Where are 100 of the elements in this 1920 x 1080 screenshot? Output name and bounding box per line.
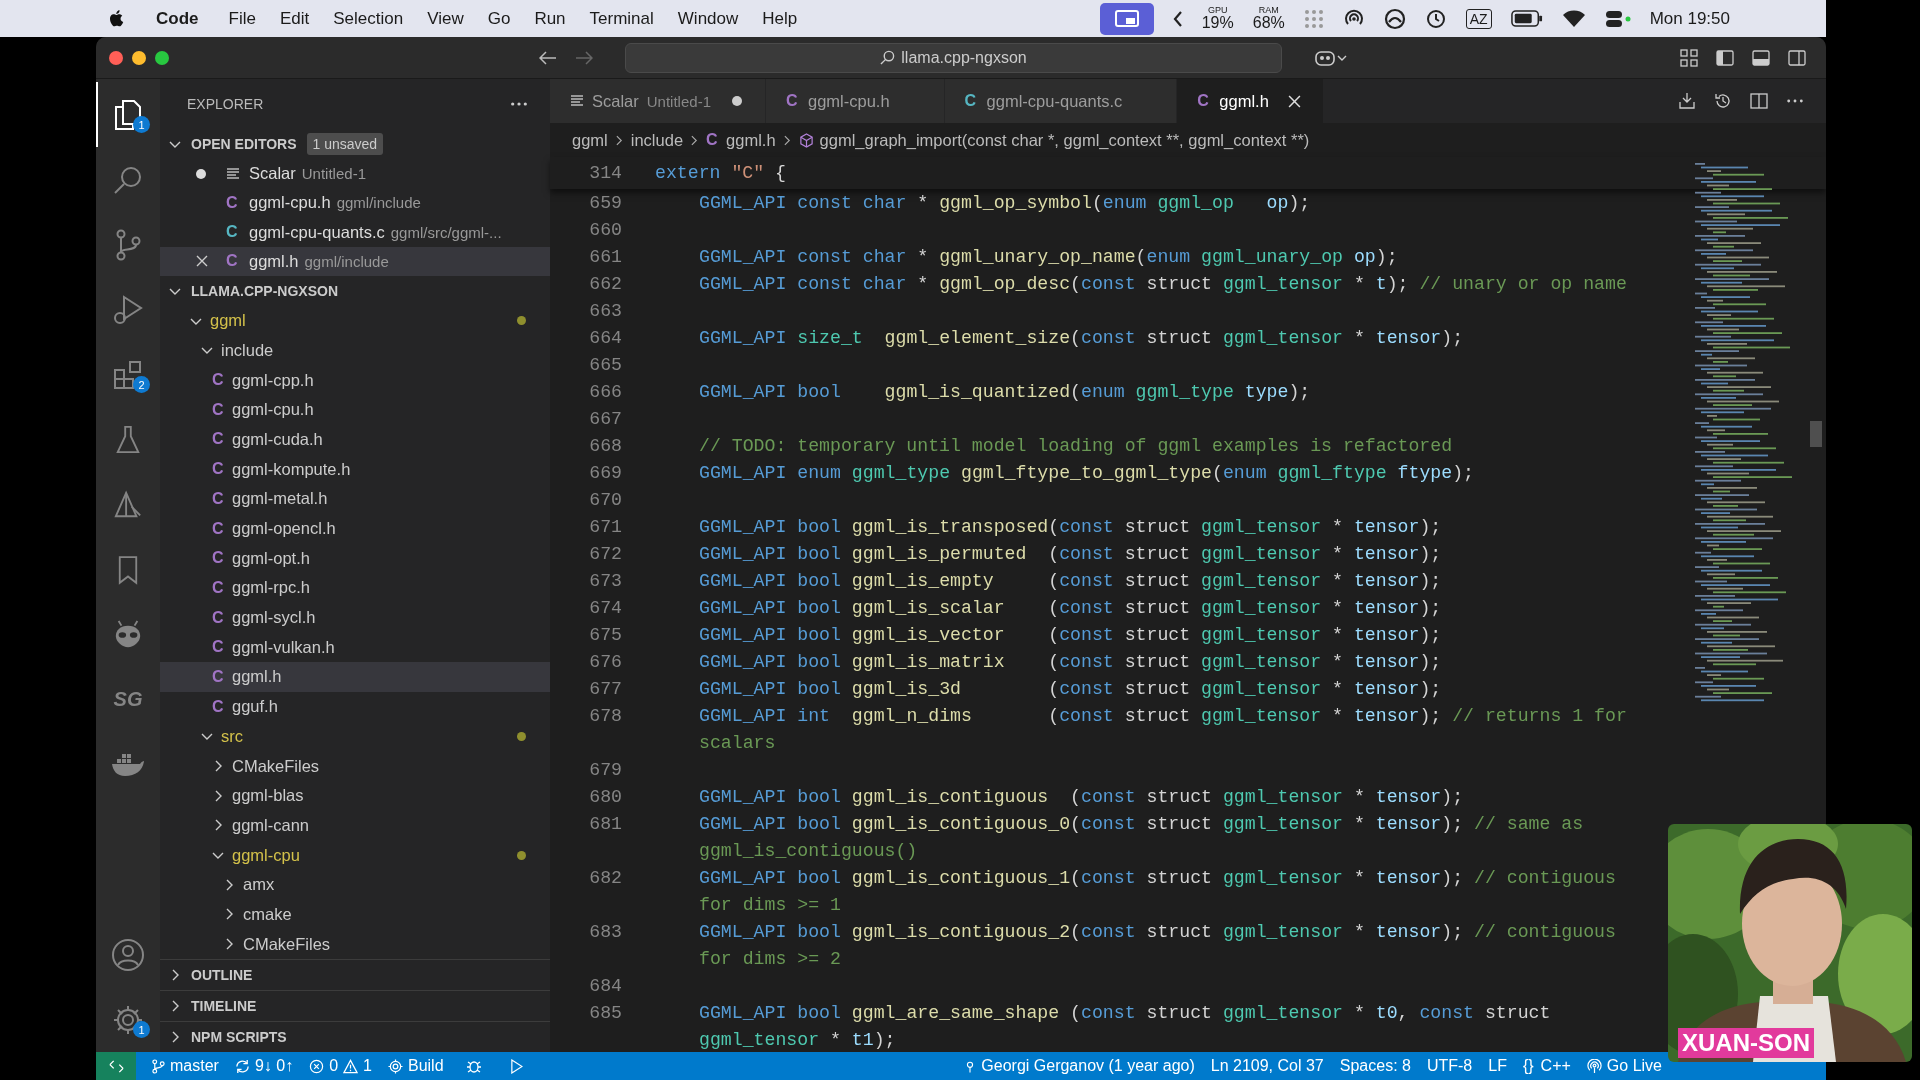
remote-button[interactable] xyxy=(96,1052,136,1080)
tree-item[interactable]: ggml xyxy=(160,305,550,336)
chevron-left-icon[interactable] xyxy=(1172,10,1183,27)
cursor-position[interactable]: Ln 2109, Col 37 xyxy=(1202,1057,1332,1075)
build-button[interactable]: Build xyxy=(379,1057,452,1075)
close-window-icon[interactable] xyxy=(109,50,123,65)
tree-item[interactable]: cmake xyxy=(160,899,550,930)
encoding[interactable]: UTF-8 xyxy=(1418,1057,1481,1075)
bug-icon[interactable] xyxy=(465,1058,482,1074)
blame-button[interactable]: Georgi Gerganov (1 year ago) xyxy=(956,1057,1203,1075)
menu-item[interactable]: Edit xyxy=(267,8,322,29)
breadcrumb-item[interactable]: C ggml.h xyxy=(706,130,776,150)
unsaved-badge: 1 unsaved xyxy=(306,133,384,155)
tree-item[interactable]: ggml-cpu xyxy=(160,840,550,870)
scrollbar-thumb[interactable] xyxy=(1810,421,1822,447)
editor-tab[interactable]: C ggml-cpu.h xyxy=(766,79,945,123)
branch-button[interactable]: master xyxy=(144,1057,227,1075)
tree-item[interactable]: CMakeFiles xyxy=(160,751,550,781)
section-header[interactable]: TIMELINE xyxy=(160,990,550,1021)
tree-item[interactable]: C ggml-rpc.h xyxy=(160,573,550,603)
tree-item[interactable]: C ggml-cuda.h xyxy=(160,424,550,455)
secondary-sidebar-icon[interactable] xyxy=(1788,48,1806,67)
open-editor-item[interactable]: Scalar Untitled-1 xyxy=(160,159,550,189)
open-editor-item[interactable]: C ggml-cpu.h ggml/include xyxy=(160,188,550,218)
editor-tab[interactable]: Scalar Untitled-1 xyxy=(550,79,766,123)
tree-item[interactable]: C ggml-cpu.h xyxy=(160,394,550,425)
circle-arc-icon[interactable] xyxy=(1383,7,1406,30)
back-arrow-icon[interactable] xyxy=(539,50,557,65)
editor-tab[interactable]: C ggml.h xyxy=(1177,79,1324,123)
breadcrumb-item[interactable]: ggml_graph_import(const char *, ggml_context **, ggml_context **) xyxy=(798,130,1310,150)
copilot-icon[interactable] xyxy=(1314,48,1348,67)
section-header[interactable]: LLAMA.CPP-NGXSON xyxy=(160,275,550,306)
activity-item[interactable]: SG xyxy=(96,667,160,732)
tree-item[interactable]: C ggml-sycl.h xyxy=(160,602,550,633)
section-header[interactable]: OUTLINE xyxy=(160,959,550,990)
tree-item[interactable]: C gguf.h xyxy=(160,691,550,722)
sidebar-toggle-icon[interactable] xyxy=(1716,48,1734,67)
tree-item[interactable]: C ggml-metal.h xyxy=(160,484,550,514)
language-mode[interactable]: {} C++ xyxy=(1514,1057,1579,1075)
tree-item[interactable]: include xyxy=(160,335,550,366)
apple-icon[interactable] xyxy=(108,8,126,29)
menu-item[interactable]: Terminal xyxy=(577,8,666,29)
play-icon[interactable] xyxy=(509,1058,523,1074)
tree-item[interactable]: C ggml-cpp.h xyxy=(160,365,550,395)
sync-button[interactable]: 9↓ 0↑ xyxy=(226,1057,302,1075)
menu-item[interactable]: Help xyxy=(750,8,810,29)
tree-item[interactable]: amx xyxy=(160,869,550,900)
separator-icon xyxy=(615,134,623,146)
wifi-icon[interactable] xyxy=(1561,9,1586,28)
tree-item[interactable]: C ggml-opt.h xyxy=(160,543,550,574)
more-icon[interactable] xyxy=(510,101,528,107)
activity-item[interactable]: 1 xyxy=(96,987,160,1052)
tree-item[interactable]: C ggml-vulkan.h xyxy=(160,632,550,663)
menu-item[interactable]: View xyxy=(415,8,476,29)
text-lines-icon xyxy=(226,166,240,181)
open-editor-item[interactable]: C ggml.h ggml/include xyxy=(160,246,550,276)
editor-tab[interactable]: C ggml-cpu-quants.c xyxy=(944,79,1178,123)
clock-icon[interactable] xyxy=(1424,7,1447,30)
minimize-window-icon[interactable] xyxy=(132,50,146,65)
control-center-icon[interactable] xyxy=(1604,8,1631,29)
c-file-icon: C xyxy=(212,697,226,716)
search-field[interactable]: llama.cpp-ngxson xyxy=(625,42,1282,73)
tree-item[interactable]: C ggml-kompute.h xyxy=(160,454,550,484)
screen-share-icon[interactable] xyxy=(1099,2,1154,35)
tree-item[interactable]: C ggml-opencl.h xyxy=(160,513,550,544)
input-source[interactable]: AZ xyxy=(1465,8,1492,29)
tree-item[interactable]: C ggml.h xyxy=(160,662,550,692)
go-live-button[interactable]: Go Live xyxy=(1578,1057,1670,1075)
history-icon[interactable] xyxy=(1714,92,1732,110)
problems-button[interactable]: 0 1 xyxy=(301,1057,380,1075)
tree-item[interactable]: ggml-blas xyxy=(160,780,550,811)
menu-item[interactable]: Window xyxy=(665,8,751,29)
indentation[interactable]: Spaces: 8 xyxy=(1331,1057,1419,1075)
menu-item[interactable]: File xyxy=(216,8,268,29)
menu-clock[interactable]: Mon 19:50 xyxy=(1649,8,1730,29)
split-editor-icon[interactable] xyxy=(1750,92,1768,110)
forward-arrow-icon[interactable] xyxy=(575,50,593,65)
tree-item[interactable]: src xyxy=(160,721,550,752)
tree-item[interactable]: ggml-cann xyxy=(160,810,550,841)
download-icon[interactable] xyxy=(1678,92,1696,110)
breadcrumb-item[interactable]: ggml xyxy=(572,130,608,150)
battery-icon[interactable] xyxy=(1510,10,1543,27)
maximize-window-icon[interactable] xyxy=(155,50,169,65)
breadcrumb-item[interactable]: include xyxy=(630,130,684,150)
menu-item[interactable]: Go xyxy=(475,8,523,29)
line-ending[interactable]: LF xyxy=(1480,1057,1515,1075)
open-editor-item[interactable]: C ggml-cpu-quants.c ggml/src/ggml-... xyxy=(160,217,550,247)
panel-toggle-icon[interactable] xyxy=(1752,48,1770,67)
line-number: 675 xyxy=(588,624,622,645)
menu-item[interactable]: Run xyxy=(522,8,578,29)
menu-item[interactable]: Selection xyxy=(321,8,416,29)
tree-item[interactable]: CMakeFiles xyxy=(160,929,550,959)
layout-icon[interactable] xyxy=(1680,48,1698,67)
section-header[interactable]: OPEN EDITORS 1 unsaved xyxy=(160,129,550,159)
more-icon[interactable] xyxy=(1786,98,1804,104)
close-icon[interactable] xyxy=(1288,94,1302,108)
activity-item[interactable]: 2 xyxy=(96,342,160,407)
app-menu[interactable]: Code xyxy=(148,8,207,29)
close-icon[interactable] xyxy=(196,255,208,268)
activity-item[interactable]: 1 xyxy=(96,82,160,147)
